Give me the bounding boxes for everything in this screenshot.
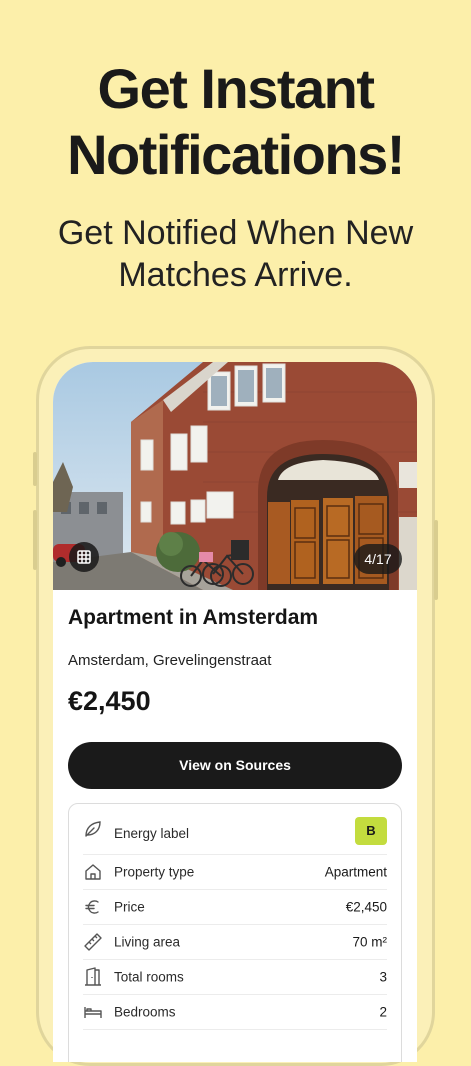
detail-label: Bedrooms [114, 1004, 176, 1020]
listing-price: €2,450 [68, 686, 151, 716]
detail-row-price: Price €2,450 [83, 890, 387, 925]
detail-label: Price [114, 899, 145, 915]
detail-value: 2 [379, 1004, 387, 1020]
bed-icon [83, 1002, 103, 1022]
property-details-card: Energy label B Property type Apartment P… [68, 803, 402, 1062]
detail-value: Apartment [324, 864, 387, 880]
listing-photo[interactable]: 4/17 [53, 362, 417, 590]
photo-counter: 4/17 [354, 544, 402, 574]
door-icon [83, 967, 103, 987]
phone-side-button [33, 452, 37, 486]
phone-side-button [434, 520, 438, 600]
detail-label: Total rooms [114, 969, 184, 985]
detail-row-property-type: Property type Apartment [83, 855, 387, 890]
view-on-sources-button[interactable]: View on Sources [68, 742, 402, 789]
detail-row-energy-label: Energy label B [83, 804, 387, 855]
grid-icon [77, 550, 91, 564]
detail-value: 3 [379, 969, 387, 985]
app-screen: 4/17 Apartment in Amsterdam Amsterdam, G… [53, 362, 417, 1062]
gallery-grid-button[interactable] [69, 542, 99, 572]
listing-location: Amsterdam, Grevelingenstraat [68, 652, 272, 669]
subheadline-line-1: Get Notified When New [57, 214, 414, 252]
detail-value: 70 m² [352, 934, 387, 950]
leaf-icon [83, 819, 103, 839]
headline-line-1: Get Instant [97, 57, 375, 120]
detail-label: Property type [114, 864, 195, 880]
detail-row-bedrooms: Bedrooms 2 [83, 995, 387, 1030]
phone-side-button [33, 510, 37, 570]
headline-line-2: Notifications! [67, 123, 405, 186]
detail-value: €2,450 [345, 899, 387, 915]
listing-title: Apartment in Amsterdam [68, 606, 319, 629]
detail-label: Living area [114, 934, 181, 950]
house-icon [83, 862, 103, 882]
ruler-icon [83, 932, 103, 952]
detail-row-total-rooms: Total rooms 3 [83, 960, 387, 995]
detail-row-living-area: Living area 70 m² [83, 925, 387, 960]
promo-subheadline: Get Notified When New Matches Arrive. [0, 212, 471, 296]
promo-headline: Get Instant Notifications! [0, 56, 471, 188]
subheadline-line-2: Matches Arrive. [118, 256, 353, 294]
energy-label-badge: B [355, 817, 387, 845]
euro-icon [83, 897, 103, 917]
detail-label: Energy label [114, 826, 190, 841]
